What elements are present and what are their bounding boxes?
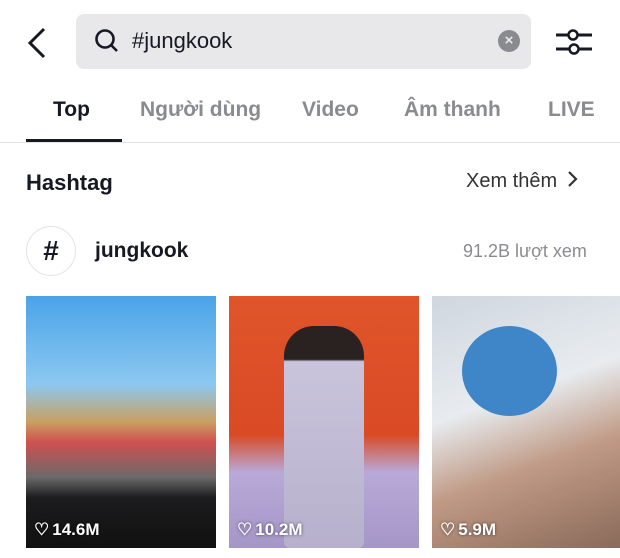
see-more-link[interactable]: Xem thêm bbox=[466, 170, 579, 193]
heart-icon: ♡ bbox=[440, 520, 456, 539]
tab-top[interactable]: Top bbox=[53, 98, 90, 122]
tab-sounds[interactable]: Âm thanh bbox=[404, 98, 501, 122]
tab-video[interactable]: Video bbox=[302, 98, 359, 122]
tab-users[interactable]: Người dùng bbox=[140, 98, 261, 122]
video-thumbnail[interactable]: ♡ 10.2M bbox=[229, 296, 419, 548]
hashtag-name[interactable]: jungkook bbox=[95, 239, 188, 263]
sliders-icon[interactable] bbox=[556, 28, 592, 56]
performer-figure bbox=[284, 326, 364, 548]
tab-live[interactable]: LIVE bbox=[548, 98, 595, 122]
see-more-label: Xem thêm bbox=[466, 170, 558, 192]
divider bbox=[0, 142, 620, 143]
back-chevron-icon[interactable] bbox=[24, 26, 54, 60]
search-query[interactable]: #jungkook bbox=[132, 28, 232, 54]
chevron-right-icon bbox=[567, 171, 578, 187]
section-title: Hashtag bbox=[26, 170, 113, 195]
search-icon bbox=[95, 29, 118, 52]
video-thumbnail[interactable]: ♡ 5.9M bbox=[432, 296, 620, 548]
heart-icon: ♡ bbox=[237, 520, 253, 539]
ice-pack bbox=[462, 326, 557, 416]
video-thumbnail[interactable]: ♡ 14.6M bbox=[26, 296, 216, 548]
hashtag-icon: # bbox=[26, 226, 76, 276]
hashtag-views: 91.2B lượt xem bbox=[463, 241, 587, 261]
heart-icon: ♡ bbox=[34, 520, 50, 539]
like-count: ♡ 5.9M bbox=[440, 520, 497, 539]
like-count: ♡ 14.6M bbox=[34, 520, 100, 539]
clear-icon[interactable]: × bbox=[498, 30, 520, 52]
search-input[interactable]: #jungkook × bbox=[76, 14, 531, 69]
like-count: ♡ 10.2M bbox=[237, 520, 303, 539]
